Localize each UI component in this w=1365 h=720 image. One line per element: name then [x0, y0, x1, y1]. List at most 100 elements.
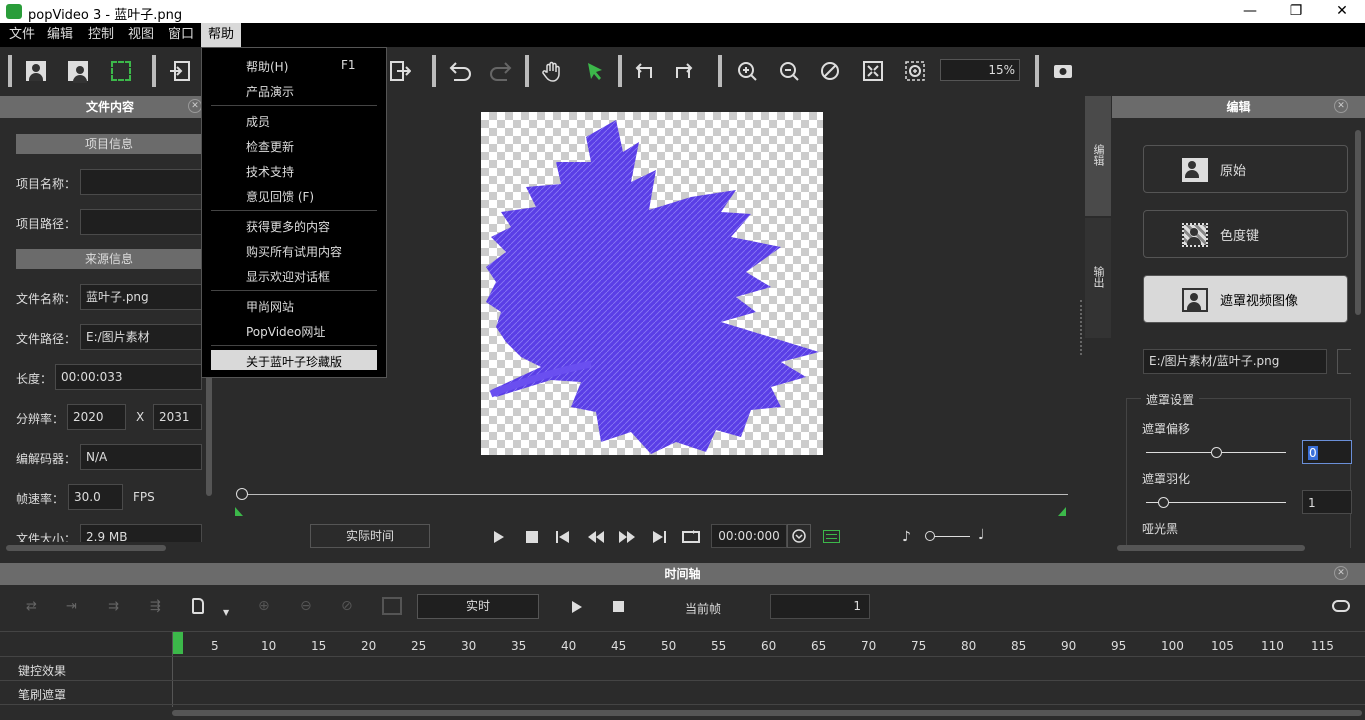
- mask-path-field[interactable]: E:/图片素材/蓝叶子.png: [1143, 349, 1327, 374]
- menu-item-popvideo-site[interactable]: PopVideo网址: [246, 323, 325, 340]
- track-keying-effect[interactable]: 键控效果: [18, 662, 66, 679]
- zoom-reset-button[interactable]: [816, 57, 844, 85]
- timeline-realtime-button[interactable]: 实时: [417, 594, 539, 619]
- tab-output[interactable]: 输出: [1085, 218, 1111, 338]
- zoom-in-button[interactable]: [733, 57, 761, 85]
- original-view-button[interactable]: [22, 57, 50, 85]
- timeline-zoom-in-icon[interactable]: ⊕: [258, 598, 270, 614]
- scrub-handle[interactable]: [236, 488, 248, 500]
- project-name-field[interactable]: [80, 169, 202, 195]
- fit-screen-button[interactable]: [859, 57, 887, 85]
- select-tool-button[interactable]: [581, 57, 609, 85]
- menu-item-members[interactable]: 成员: [246, 113, 270, 130]
- menu-file[interactable]: 文件: [2, 23, 42, 47]
- panel-splitter[interactable]: [1080, 300, 1083, 355]
- document-icon[interactable]: [192, 598, 204, 614]
- preview-canvas[interactable]: [481, 112, 823, 455]
- timeline-tool-2-icon[interactable]: ⇥: [66, 599, 77, 614]
- timeline-fit-icon[interactable]: [382, 597, 402, 615]
- timeline-play-button[interactable]: [571, 601, 582, 616]
- mask-feather-handle[interactable]: [1158, 497, 1169, 508]
- loop-button[interactable]: [681, 527, 701, 547]
- menu-item-help[interactable]: 帮助(H): [246, 58, 288, 75]
- zoom-out-button[interactable]: [775, 57, 803, 85]
- restore-button[interactable]: ❐: [1273, 0, 1319, 23]
- eye-icon[interactable]: [1332, 600, 1350, 612]
- play-button[interactable]: [489, 527, 509, 547]
- zoom-area-button[interactable]: [901, 57, 929, 85]
- menu-item-buy-trial-content[interactable]: 购买所有试用内容: [246, 243, 342, 260]
- timecode-field[interactable]: 00:00:000: [711, 524, 787, 548]
- menu-item-reallusion-site[interactable]: 甲尚网站: [246, 298, 294, 315]
- file-path-field[interactable]: E:/图片素材: [80, 324, 202, 350]
- close-button[interactable]: ✕: [1319, 0, 1365, 23]
- timeline-tool-3-icon[interactable]: ⇉: [108, 599, 119, 614]
- timeline-hscrollbar[interactable]: [172, 710, 1362, 716]
- stop-button[interactable]: [522, 527, 542, 547]
- import-button[interactable]: [166, 57, 194, 85]
- resolution-width-field[interactable]: 2020: [67, 404, 126, 430]
- timeline-tool-4-icon[interactable]: ⇶: [150, 599, 161, 614]
- realtime-button[interactable]: 实际时间: [310, 524, 430, 548]
- browse-button[interactable]: [1337, 349, 1351, 374]
- scrub-track[interactable]: [242, 494, 1068, 495]
- mask-feather-field[interactable]: 1: [1302, 490, 1352, 514]
- menu-item-product-demo[interactable]: 产品演示: [246, 83, 294, 100]
- prev-frame-button[interactable]: [553, 527, 573, 547]
- rewind-button[interactable]: [586, 527, 606, 547]
- length-field[interactable]: 00:00:033: [55, 364, 202, 390]
- chevron-down-icon[interactable]: ▼: [223, 608, 229, 617]
- right-panel-scrollbar[interactable]: [1355, 130, 1361, 315]
- filesize-field[interactable]: 2.9 MB: [80, 524, 202, 542]
- fps-field[interactable]: 30.0: [68, 484, 123, 510]
- close-timeline-icon[interactable]: ✕: [1334, 566, 1348, 580]
- mask-video-option-button[interactable]: 遮罩视频图像: [1143, 275, 1348, 323]
- menu-item-tech-support[interactable]: 技术支持: [246, 163, 294, 180]
- volume-icon[interactable]: ♩: [978, 527, 985, 543]
- menu-view[interactable]: 视图: [121, 23, 161, 47]
- file-name-field[interactable]: 蓝叶子.png: [80, 284, 202, 310]
- menu-item-check-updates[interactable]: 检查更新: [246, 138, 294, 155]
- chroma-key-option-button[interactable]: 色度键: [1143, 210, 1348, 258]
- timecode-clock-button[interactable]: [787, 524, 811, 548]
- menu-edit[interactable]: 编辑: [40, 23, 80, 47]
- mute-icon[interactable]: ♪: [902, 529, 911, 545]
- menu-item-feedback[interactable]: 意见回馈 (F): [246, 188, 314, 205]
- pan-tool-button[interactable]: [538, 57, 566, 85]
- snapshot-button[interactable]: [1049, 57, 1077, 85]
- menu-control[interactable]: 控制: [81, 23, 121, 47]
- redo-button[interactable]: [487, 57, 515, 85]
- codec-field[interactable]: N/A: [80, 444, 202, 470]
- grid-view-button[interactable]: [107, 57, 135, 85]
- menu-item-about-highlight[interactable]: 关于蓝叶子珍藏版: [211, 350, 377, 370]
- timeline-tool-1-icon[interactable]: ⇄: [26, 599, 37, 614]
- volume-handle[interactable]: [925, 531, 935, 541]
- close-panel-icon[interactable]: ✕: [1334, 99, 1348, 113]
- rotate-right-button[interactable]: [670, 57, 698, 85]
- menu-window[interactable]: 窗口: [161, 23, 201, 47]
- subtitle-icon[interactable]: [823, 530, 840, 543]
- mark-out-icon[interactable]: [1058, 507, 1066, 516]
- close-panel-icon[interactable]: ✕: [188, 99, 202, 113]
- mask-offset-field[interactable]: 0: [1302, 440, 1352, 464]
- original-option-button[interactable]: 原始: [1143, 145, 1348, 193]
- timeline-stop-button[interactable]: [613, 601, 624, 615]
- menu-item-show-welcome[interactable]: 显示欢迎对话框: [246, 268, 330, 285]
- fast-forward-button[interactable]: [617, 527, 637, 547]
- resolution-height-field[interactable]: 2031: [153, 404, 202, 430]
- tab-edit[interactable]: 编辑: [1085, 96, 1111, 216]
- mask-offset-handle[interactable]: [1211, 447, 1222, 458]
- current-frame-field[interactable]: 1: [770, 594, 870, 619]
- right-panel-hscrollbar[interactable]: [1117, 545, 1305, 551]
- undo-button[interactable]: [446, 57, 474, 85]
- export-button[interactable]: [386, 57, 414, 85]
- zoom-level-field[interactable]: 15%: [940, 59, 1020, 81]
- left-panel-hscrollbar[interactable]: [6, 545, 166, 551]
- project-path-field[interactable]: [80, 209, 202, 235]
- next-frame-button[interactable]: [649, 527, 669, 547]
- rotate-left-button[interactable]: [630, 57, 658, 85]
- track-brush-mask[interactable]: 笔刷遮罩: [18, 686, 66, 703]
- menu-item-get-more-content[interactable]: 获得更多的内容: [246, 218, 330, 235]
- timeline-zoom-reset-icon[interactable]: ⊘: [341, 598, 353, 614]
- mask-view-button[interactable]: [64, 57, 92, 85]
